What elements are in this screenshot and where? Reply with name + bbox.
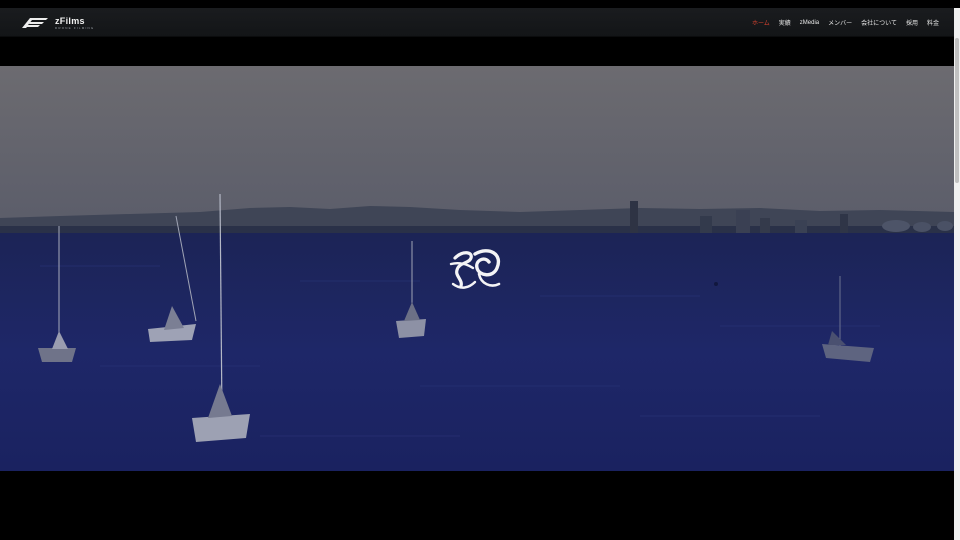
main-menu: ホーム 実績 zMedia メンバー 会社について 採用 料金	[752, 8, 939, 37]
top-gap	[0, 0, 960, 8]
menu-item-home[interactable]: ホーム	[752, 18, 770, 27]
menu-item-works[interactable]: 実績	[779, 18, 791, 27]
top-navbar: zFilms DRONE FILMING ホーム 実績 zMedia メンバー …	[0, 8, 954, 37]
scrollbar-thumb[interactable]	[955, 38, 959, 183]
menu-item-zmedia[interactable]: zMedia	[800, 20, 819, 26]
menu-item-members[interactable]: メンバー	[828, 18, 852, 27]
menu-item-recruit[interactable]: 採用	[906, 18, 918, 27]
zfilms-logo-icon	[22, 18, 48, 28]
page-scrollbar[interactable]	[954, 8, 960, 540]
menu-item-pricing[interactable]: 料金	[927, 18, 939, 27]
hero-bottom-letterbox	[0, 471, 954, 540]
brand-name: zFilms	[55, 15, 85, 26]
brand-tagline: DRONE FILMING	[55, 25, 95, 30]
hero-top-letterbox	[0, 37, 954, 66]
menu-item-about[interactable]: 会社について	[861, 18, 897, 27]
brand-logo-link[interactable]: zFilms DRONE FILMING	[20, 16, 94, 30]
hero-video	[0, 66, 954, 471]
brush-calligraphy-logo-icon	[449, 249, 501, 289]
